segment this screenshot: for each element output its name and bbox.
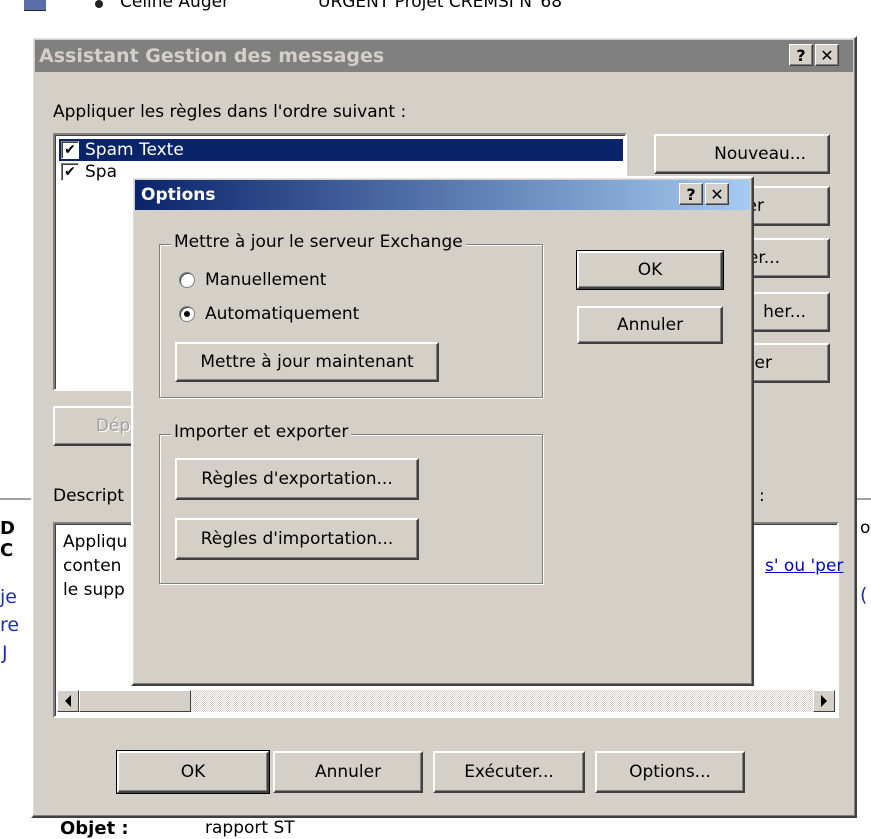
options-cancel-label: Annuler <box>616 315 684 335</box>
background-col-char-1: D <box>0 518 15 539</box>
import-export-group <box>159 434 543 584</box>
background-right-char-2: ( <box>860 584 868 606</box>
description-link[interactable]: s' ou 'per <box>765 556 843 576</box>
wizard-ok-button[interactable]: OK <box>116 750 270 794</box>
options-titlebar: Options <box>135 180 750 210</box>
update-now-label: Mettre à jour maintenant <box>200 352 414 372</box>
rule-row[interactable]: ✔ Spam Texte <box>59 139 623 161</box>
background-header-strip-right <box>856 498 871 500</box>
manual-radio-option[interactable]: Manuellement <box>179 270 326 290</box>
scroll-left-button[interactable] <box>57 690 79 712</box>
wizard-close-button[interactable]: ✕ <box>815 44 839 66</box>
new-rule-label: Nouveau... <box>714 144 806 164</box>
update-now-button[interactable]: Mettre à jour maintenant <box>175 342 439 382</box>
wizard-cancel-button[interactable]: Annuler <box>273 751 423 793</box>
new-rule-button[interactable]: Nouveau... <box>654 134 830 174</box>
close-icon: ✕ <box>820 45 834 65</box>
description-line: le supp <box>63 580 125 600</box>
options-cancel-button[interactable]: Annuler <box>577 306 723 344</box>
scroll-thumb[interactable] <box>79 690 191 712</box>
importance-icon <box>95 0 103 8</box>
scroll-track[interactable] <box>191 690 813 712</box>
background-col-char-2: C <box>0 540 14 561</box>
background-blue-text-1: je <box>0 586 17 608</box>
move-rule-label: Dép <box>95 416 131 436</box>
wizard-titlebar: Assistant Gestion des messages <box>35 40 853 72</box>
wizard-help-button[interactable]: ? <box>789 44 813 66</box>
wizard-ok-label: OK <box>180 762 206 782</box>
options-help-button[interactable]: ? <box>679 183 703 205</box>
options-dialog: Options ? ✕ Mettre à jour le serveur Exc… <box>131 176 754 686</box>
scroll-right-button[interactable] <box>813 690 835 712</box>
arrow-right-icon <box>821 695 827 707</box>
manual-radio[interactable] <box>179 272 195 288</box>
background-blue-text-3: J <box>2 642 8 664</box>
export-rules-button[interactable]: Règles d'exportation... <box>175 458 419 500</box>
import-export-group-label: Importer et exporter <box>171 422 352 442</box>
message-icon <box>24 0 46 11</box>
rules-order-label: Appliquer les règles dans l'ordre suivan… <box>53 102 407 122</box>
rule-checkbox[interactable]: ✔ <box>61 141 79 159</box>
background-subject-label: Objet : <box>60 818 129 839</box>
background-sender: Céline Auger <box>120 0 230 12</box>
auto-radio[interactable] <box>179 306 195 322</box>
auto-radio-label: Automatiquement <box>205 304 360 324</box>
options-label: Options... <box>629 762 711 782</box>
export-rules-label: Règles d'exportation... <box>201 469 393 489</box>
wizard-cancel-label: Annuler <box>314 762 382 782</box>
question-icon: ? <box>796 45 806 65</box>
background-subject-value: rapport ST <box>205 818 295 838</box>
rule-name: Spa <box>85 162 117 182</box>
background-blue-text-2: re <box>0 614 20 636</box>
close-icon: ✕ <box>710 184 724 204</box>
import-rules-label: Règles d'importation... <box>200 529 394 549</box>
options-button[interactable]: Options... <box>595 751 745 793</box>
question-icon: ? <box>686 184 696 204</box>
background-subject: URGENT Projet CREMSI N°68 <box>318 0 563 12</box>
rule-checkbox[interactable]: ✔ <box>61 163 79 181</box>
description-line: Appliqu <box>63 532 128 552</box>
arrow-left-icon <box>65 695 71 707</box>
description-line: conten <box>63 556 122 576</box>
auto-radio-option[interactable]: Automatiquement <box>179 304 359 324</box>
description-label-end: : <box>759 486 765 506</box>
options-ok-button[interactable]: OK <box>576 250 724 290</box>
options-ok-label: OK <box>637 260 663 280</box>
wizard-title: Assistant Gestion des messages <box>39 45 385 67</box>
background-right-char-1: o <box>860 518 871 538</box>
run-rules-button[interactable]: Exécuter... <box>433 751 585 793</box>
import-rules-button[interactable]: Règles d'importation... <box>175 518 419 560</box>
options-close-button[interactable]: ✕ <box>705 183 729 205</box>
manual-radio-label: Manuellement <box>205 270 327 290</box>
description-label: Descript <box>53 486 124 506</box>
run-rules-label: Exécuter... <box>464 762 554 782</box>
update-server-group-label: Mettre à jour le serveur Exchange <box>171 232 466 252</box>
options-title: Options <box>141 185 216 205</box>
delete-rule-label: her... <box>763 302 806 322</box>
rule-name: Spam Texte <box>85 140 184 160</box>
horizontal-scrollbar[interactable] <box>57 690 835 712</box>
